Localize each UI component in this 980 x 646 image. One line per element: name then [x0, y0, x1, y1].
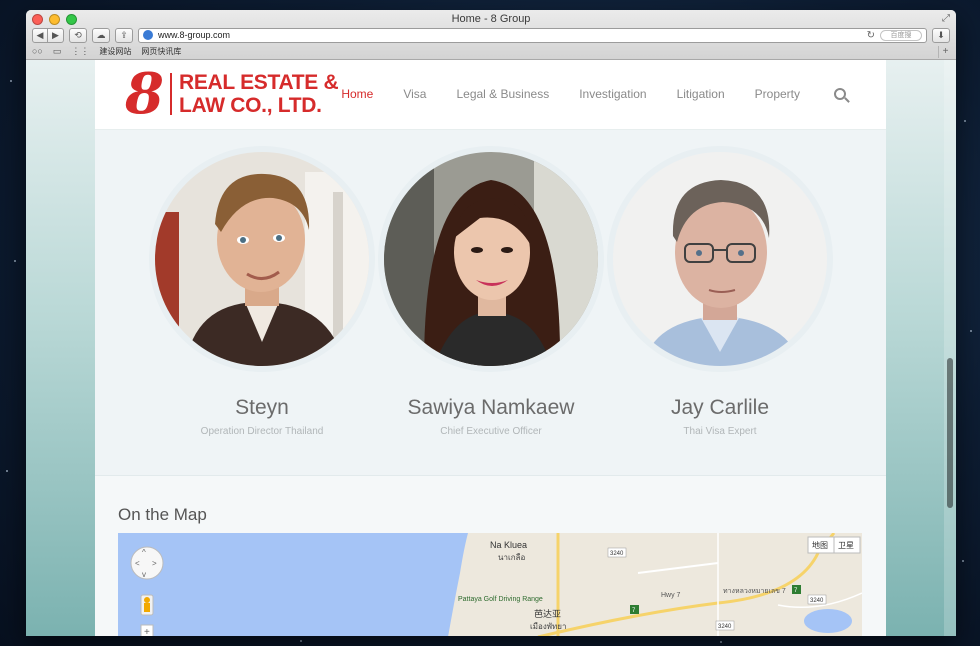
- main-nav: Home Visa Legal & Business Investigation…: [341, 87, 846, 101]
- page-viewport: 8 REAL ESTATE & LAW CO., LTD. Home Visa …: [26, 60, 956, 636]
- browser-titlebar: Home - 8 Group ⤢ ◀ ▶ ⟲ ☁ ⇪ www.8-group.c…: [26, 10, 956, 60]
- search-icon[interactable]: [834, 88, 846, 100]
- browser-window: Home - 8 Group ⤢ ◀ ▶ ⟲ ☁ ⇪ www.8-group.c…: [26, 10, 956, 636]
- member-name: Steyn: [235, 396, 289, 419]
- download-icon[interactable]: ⬇: [932, 27, 950, 43]
- window-title: Home - 8 Group: [451, 13, 531, 25]
- map-label-na-kluea-thai: นาเกลือ: [498, 553, 525, 562]
- nav-litigation[interactable]: Litigation: [677, 87, 725, 101]
- bookmark-item[interactable]: 建设网站: [99, 46, 131, 57]
- search-field[interactable]: 百度搜: [880, 29, 922, 41]
- nav-property[interactable]: Property: [755, 87, 800, 101]
- scrollbar[interactable]: [944, 60, 956, 636]
- team-member: Jay Carlile Thai Visa Expert: [607, 146, 833, 437]
- map-label-road-en: Hwy 7: [661, 592, 681, 599]
- svg-text:^: ^: [142, 548, 146, 557]
- address-bar[interactable]: www.8-group.com ↻ 百度搜: [138, 27, 927, 43]
- nav-visa[interactable]: Visa: [403, 87, 426, 101]
- team-photo-sawiya[interactable]: [384, 152, 598, 366]
- member-name: Sawiya Namkaew: [407, 396, 575, 419]
- google-map[interactable]: Na Kluea นาเกลือ Pattaya Golf Driving Ra…: [118, 533, 862, 636]
- logo-text: REAL ESTATE & LAW CO., LTD.: [178, 71, 339, 117]
- map-section-title: On the Map: [118, 505, 207, 524]
- map-label-road-thai: ทางหลวงหมายเลข 7: [723, 588, 786, 595]
- forward-button[interactable]: ▶: [48, 27, 64, 43]
- bookmarks-bar: ○○ ▭ ⋮⋮ 建设网站 网页快讯库: [32, 44, 950, 58]
- logo-divider: [169, 73, 172, 115]
- logo-line-1: REAL ESTATE &: [178, 71, 339, 94]
- bookmarks-book-icon[interactable]: ▭: [53, 46, 62, 57]
- bookmark-item[interactable]: 网页快讯库: [141, 46, 181, 57]
- map-type-control[interactable]: 地图 卫星: [807, 536, 861, 554]
- sync-icon[interactable]: ⟲: [69, 27, 87, 43]
- svg-text:+: +: [144, 627, 150, 636]
- new-tab-button[interactable]: +: [938, 46, 952, 58]
- map-label-pattaya-thai: เมืองพัทยา: [530, 622, 566, 631]
- reading-list-icon[interactable]: ○○: [32, 46, 43, 56]
- company-logo[interactable]: 8 REAL ESTATE & LAW CO., LTD.: [125, 61, 339, 127]
- nav-investigation[interactable]: Investigation: [579, 87, 646, 101]
- team-photo-steyn[interactable]: [155, 152, 369, 366]
- logo-line-2: LAW CO., LTD.: [178, 94, 322, 117]
- scrollbar-thumb[interactable]: [947, 358, 953, 508]
- url-text[interactable]: www.8-group.com: [158, 30, 230, 40]
- member-name: Jay Carlile: [670, 396, 770, 419]
- team-member: Sawiya Namkaew Chief Executive Officer: [378, 146, 604, 437]
- photo-frame: [607, 146, 833, 372]
- photo-frame: [149, 146, 375, 372]
- site-header: 8 REAL ESTATE & LAW CO., LTD. Home Visa …: [95, 60, 886, 130]
- member-role: Thai Visa Expert: [683, 426, 757, 437]
- nav-legal-business[interactable]: Legal & Business: [456, 87, 549, 101]
- team-photo-jay[interactable]: [613, 152, 827, 366]
- map-road-shield: 3240: [810, 598, 824, 604]
- back-button[interactable]: ◀: [32, 27, 48, 43]
- share-icon[interactable]: ⇪: [115, 27, 133, 43]
- svg-text:<: <: [135, 559, 140, 568]
- map-label-na-kluea: Na Kluea: [490, 540, 527, 550]
- svg-text:v: v: [142, 570, 146, 579]
- street-view-pegman-icon[interactable]: [140, 594, 154, 616]
- map-pan-control[interactable]: ^ v < >: [130, 546, 164, 580]
- reload-icon[interactable]: ↻: [867, 30, 875, 41]
- map-section: On the Map Na Kluea นาเกลือ Pattaya Golf: [95, 477, 886, 636]
- browser-toolbar: ◀ ▶ ⟲ ☁ ⇪ www.8-group.com ↻ 百度搜 ⬇: [32, 27, 950, 43]
- team-section: Steyn Operation Director Thailand Sawiya…: [95, 130, 886, 476]
- website: 8 REAL ESTATE & LAW CO., LTD. Home Visa …: [95, 60, 886, 636]
- map-button[interactable]: 地图: [812, 540, 828, 550]
- globe-icon: [143, 30, 153, 40]
- zoom-in-button[interactable]: +: [140, 624, 154, 636]
- member-role: Operation Director Thailand: [200, 426, 324, 437]
- top-sites-grid-icon[interactable]: ⋮⋮: [71, 46, 89, 57]
- member-role: Chief Executive Officer: [440, 426, 542, 437]
- map-road-shield: 3240: [610, 551, 624, 557]
- map-road-shield: 3240: [718, 624, 732, 630]
- map-label-pattaya-cn: 芭达亚: [534, 608, 561, 619]
- team-member: Steyn Operation Director Thailand: [149, 146, 375, 437]
- nav-home[interactable]: Home: [341, 87, 373, 101]
- satellite-button[interactable]: 卫星: [838, 541, 854, 550]
- fullscreen-icon[interactable]: ⤢: [942, 13, 950, 24]
- history-buttons: ◀ ▶: [32, 27, 64, 43]
- svg-text:>: >: [152, 559, 157, 568]
- photo-frame: [378, 146, 604, 372]
- logo-mark: 8: [125, 61, 164, 127]
- cloud-icon[interactable]: ☁: [92, 27, 110, 43]
- map-label-golf: Pattaya Golf Driving Range: [458, 596, 543, 603]
